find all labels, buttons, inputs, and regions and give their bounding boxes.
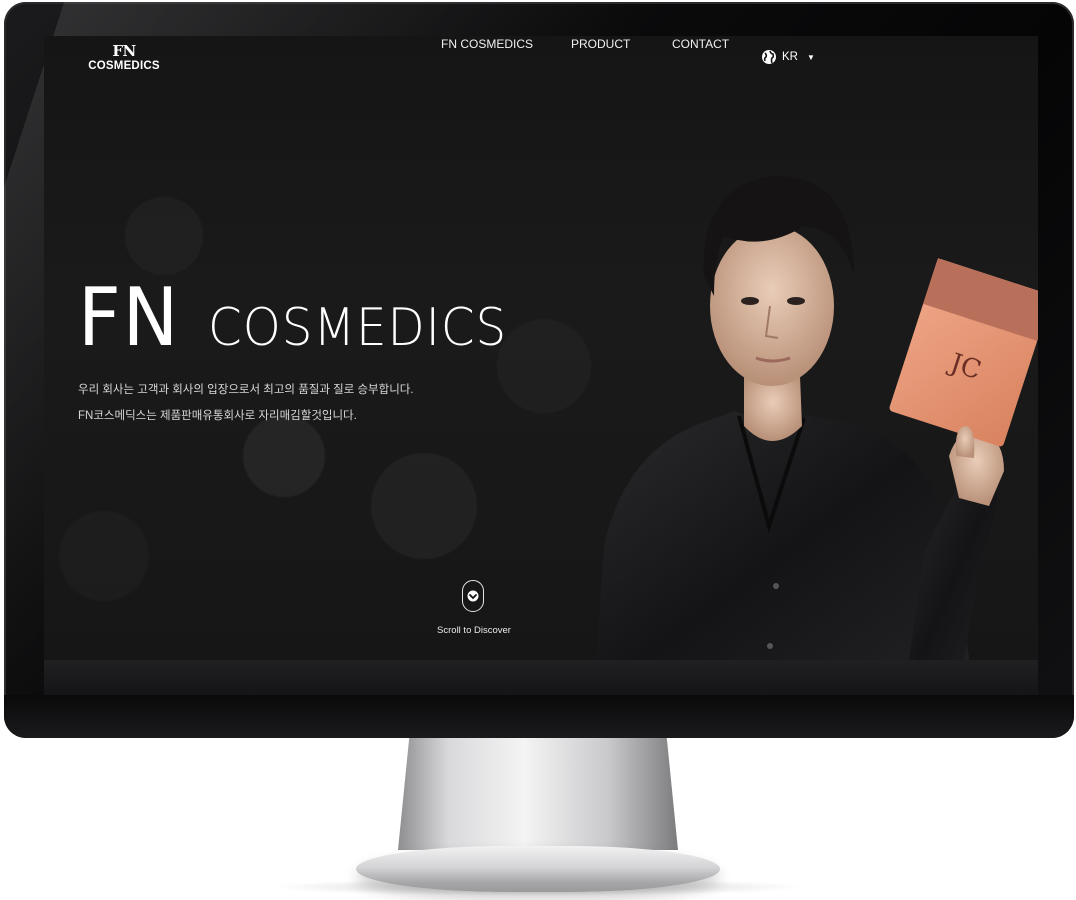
hero-title-cosmedics: COSMEDICS — [207, 298, 508, 358]
hero-description-line-1: 우리 회사는 고객과 회사의 입장으로서 최고의 품질과 질로 승부합니다. — [78, 384, 414, 396]
scroll-label[interactable]: Scroll to Discover — [424, 625, 524, 636]
nav-link-contact[interactable]: CONTACT — [672, 37, 729, 51]
globe-icon — [762, 50, 776, 64]
language-label: KR — [782, 51, 798, 63]
screen-bottom-strip — [44, 660, 1038, 695]
hero-description-line-2: FN코스메딕스는 제품판매유통회사로 자리매김할것입니다. — [78, 410, 357, 422]
scroll-down-button[interactable] — [462, 580, 484, 612]
website-screen: JC FN COSMEDICS FN COSMEDICS PRODUCT CON… — [44, 36, 1038, 695]
hero-model-image: JC — [594, 176, 1038, 695]
monitor-stand-base — [356, 846, 720, 892]
logo-mark: FN — [112, 42, 136, 60]
hero-title: FN COSMEDICS — [78, 271, 530, 364]
chevron-down-icon — [467, 590, 479, 602]
nav-link-product[interactable]: PRODUCT — [571, 37, 630, 51]
language-selector[interactable]: KR ▼ — [761, 49, 815, 65]
hero-title-fn: FN — [78, 271, 181, 364]
caret-down-icon: ▼ — [806, 52, 815, 62]
nav-link-fn-cosmedics[interactable]: FN COSMEDICS — [441, 37, 533, 51]
logo-text: COSMEDICS — [88, 60, 160, 72]
site-logo[interactable]: FN COSMEDICS — [84, 43, 164, 73]
monitor-chin — [4, 695, 1074, 738]
monitor-stand-neck — [398, 738, 678, 850]
